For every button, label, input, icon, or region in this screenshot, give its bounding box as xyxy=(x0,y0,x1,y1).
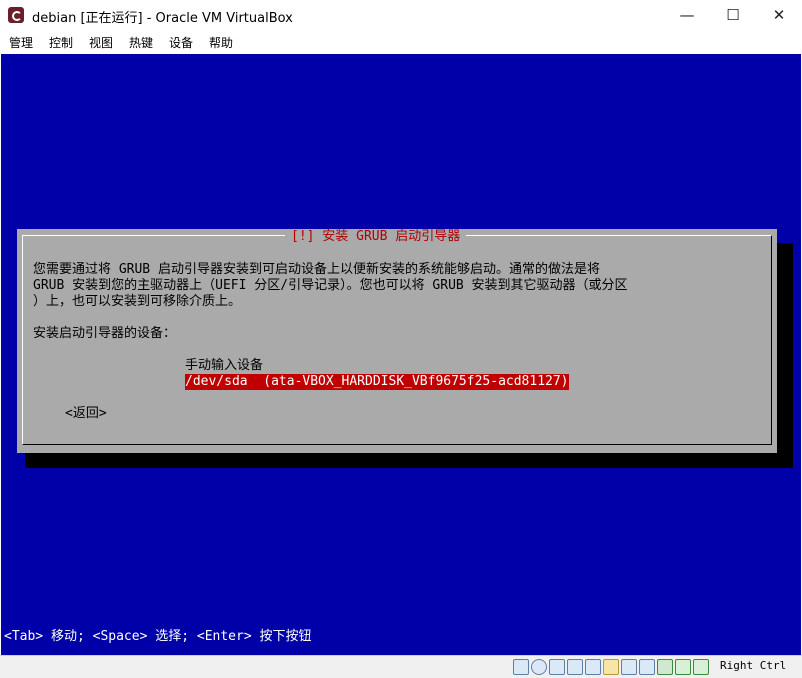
menu-bar: 管理 控制 视图 热键 设备 帮助 xyxy=(0,30,802,53)
usb-icon[interactable] xyxy=(585,659,601,675)
virtualbox-app-icon xyxy=(8,7,24,23)
menu-manage[interactable]: 管理 xyxy=(9,34,33,51)
audio-icon[interactable] xyxy=(549,659,565,675)
menu-devices[interactable]: 设备 xyxy=(169,34,193,51)
option-manual-entry[interactable]: 手动输入设备 xyxy=(185,358,263,374)
minimize-button[interactable]: — xyxy=(664,0,710,30)
network-icon[interactable] xyxy=(567,659,583,675)
device-prompt: 安装启动引导器的设备： xyxy=(33,326,177,341)
option-dev-sda[interactable]: /dev/sda (ata-VBOX_HARDDISK_VBf9675f25-a… xyxy=(185,374,569,390)
cpu-icon[interactable] xyxy=(657,659,673,675)
maximize-button[interactable]: ☐ xyxy=(710,0,756,30)
host-key-label: Right Ctrl xyxy=(720,659,787,672)
keyboard-hint-line: <Tab> 移动; <Space> 选择; <Enter> 按下按钮 xyxy=(4,629,312,644)
vm-status-bar: Right Ctrl xyxy=(0,655,802,678)
menu-control[interactable]: 控制 xyxy=(49,34,73,51)
menu-hotkeys[interactable]: 热键 xyxy=(129,34,153,51)
display-icon[interactable] xyxy=(621,659,637,675)
description-line-2: GRUB 安装到您的主驱动器上（UEFI 分区/引导记录）。您也可以将 GRUB… xyxy=(33,278,628,293)
hard-disk-icon[interactable] xyxy=(513,659,529,675)
back-button[interactable]: <返回> xyxy=(65,406,107,422)
menu-help[interactable]: 帮助 xyxy=(209,34,233,51)
window-title-bar[interactable]: debian [正在运行] - Oracle VM VirtualBox — ☐… xyxy=(0,0,802,30)
mouse-integration-icon[interactable] xyxy=(675,659,691,675)
vm-screen[interactable]: [!] 安装 GRUB 启动引导器 您需要通过将 GRUB 启动引导器安装到可启… xyxy=(1,54,801,655)
keyboard-icon[interactable] xyxy=(693,659,709,675)
description-line-1: 您需要通过将 GRUB 启动引导器安装到可启动设备上以便新安装的系统能够启动。通… xyxy=(33,262,600,277)
recording-icon[interactable] xyxy=(639,659,655,675)
grub-install-dialog: [!] 安装 GRUB 启动引导器 您需要通过将 GRUB 启动引导器安装到可启… xyxy=(17,229,777,453)
description-line-3: ）上，也可以安装到可移除介质上。 xyxy=(33,294,242,309)
dialog-title: [!] 安装 GRUB 启动引导器 xyxy=(285,229,467,245)
optical-drive-icon[interactable] xyxy=(531,659,547,675)
shared-folder-icon[interactable] xyxy=(603,659,619,675)
window-title: debian [正在运行] - Oracle VM VirtualBox xyxy=(32,11,293,26)
menu-view[interactable]: 视图 xyxy=(89,34,113,51)
close-button[interactable]: ✕ xyxy=(756,0,802,30)
